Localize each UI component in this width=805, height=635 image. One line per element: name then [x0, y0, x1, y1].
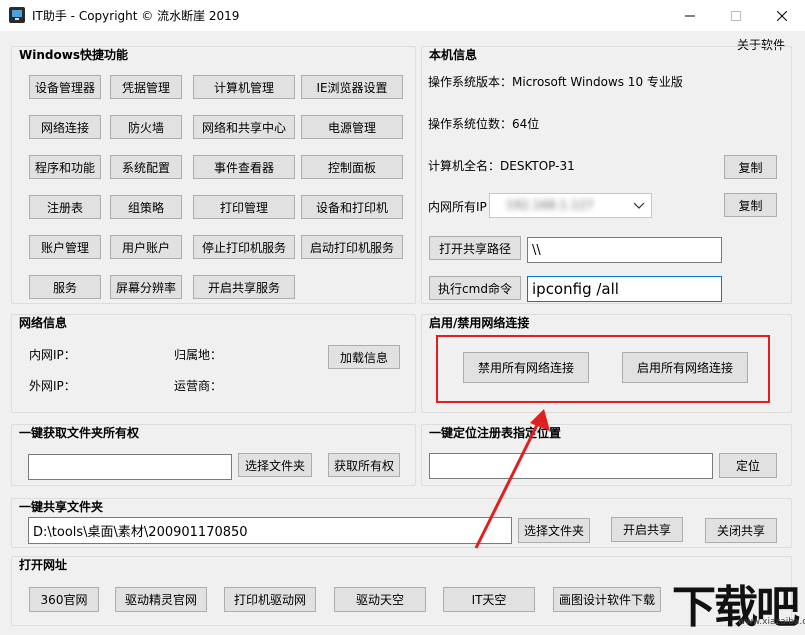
- maximize-icon: [731, 10, 741, 21]
- watermark-logo: 下载吧 www.xiazaiba.com: [668, 571, 805, 633]
- minimize-button[interactable]: [667, 0, 713, 31]
- locate-button[interactable]: 定位: [719, 453, 777, 478]
- shortcut-button[interactable]: 打印管理: [193, 195, 295, 219]
- shortcut-button[interactable]: 设备和打印机: [301, 195, 403, 219]
- open-url-button[interactable]: 打印机驱动网: [224, 587, 316, 612]
- share-folder-title: 一键共享文件夹: [19, 500, 104, 514]
- intranet-ip-select[interactable]: 192.168.1.127: [489, 193, 652, 218]
- close-icon: [777, 10, 787, 21]
- shortcut-button[interactable]: 屏幕分辨率: [110, 275, 182, 299]
- windows-shortcuts-title: Windows快捷功能: [19, 48, 128, 62]
- shortcut-button[interactable]: 控制面板: [301, 155, 403, 179]
- location-label: 归属地：: [174, 348, 223, 362]
- shortcut-button[interactable]: 事件查看器: [193, 155, 295, 179]
- open-url-button[interactable]: IT天空: [443, 587, 535, 612]
- shortcut-button[interactable]: 开启共享服务: [193, 275, 295, 299]
- network-info-title: 网络信息: [19, 316, 68, 330]
- close-button[interactable]: [759, 0, 805, 31]
- choose-folder-button[interactable]: 选择文件夹: [238, 453, 312, 477]
- shortcut-button[interactable]: 电源管理: [301, 115, 403, 139]
- red-arrow-annotation: [474, 409, 550, 549]
- shortcut-button[interactable]: 计算机管理: [193, 75, 295, 99]
- open-url-button[interactable]: 360官网: [29, 587, 99, 612]
- intranet-ip-value: 192.168.1.127: [506, 198, 594, 212]
- copy-ip-button[interactable]: 复制: [724, 193, 777, 217]
- open-url-button[interactable]: 画图设计软件下载: [553, 587, 661, 612]
- shortcut-button[interactable]: 账户管理: [29, 235, 101, 259]
- shortcut-button[interactable]: 系统配置: [110, 155, 182, 179]
- isp-label: 运营商：: [174, 379, 223, 393]
- open-url-button[interactable]: 驱动精灵官网: [115, 587, 207, 612]
- shortcut-button[interactable]: 程序和功能: [29, 155, 101, 179]
- maximize-button[interactable]: [713, 0, 759, 31]
- cmd-input[interactable]: [527, 276, 722, 302]
- folder-owner-title: 一键获取文件夹所有权: [19, 426, 140, 440]
- intranet-ip-label: 内网所有IP: [428, 200, 487, 214]
- shortcut-button[interactable]: 网络连接: [29, 115, 101, 139]
- shortcut-button[interactable]: 防火墙: [110, 115, 182, 139]
- shortcut-button[interactable]: 用户账户: [110, 235, 182, 259]
- local-info-title: 本机信息: [429, 48, 478, 62]
- shortcut-button[interactable]: 停止打印机服务: [193, 235, 295, 259]
- extranet-ip-label: 外网IP：: [29, 379, 76, 393]
- app-logo-icon: [9, 7, 25, 23]
- load-info-button[interactable]: 加载信息: [328, 345, 400, 369]
- os-version-text: 操作系统版本：Microsoft Windows 10 专业版: [428, 75, 683, 89]
- computer-name-text: 计算机全名：DESKTOP-31: [428, 159, 575, 173]
- os-bits-text: 操作系统位数：64位: [428, 117, 540, 131]
- open-url-button[interactable]: 驱动天空: [334, 587, 426, 612]
- share-path-input[interactable]: [527, 237, 722, 263]
- exec-cmd-button[interactable]: 执行cmd命令: [429, 276, 521, 300]
- share-folder-path-input[interactable]: [28, 517, 512, 544]
- shortcut-button[interactable]: 设备管理器: [29, 75, 101, 99]
- shortcut-button[interactable]: 凭据管理: [110, 75, 182, 99]
- take-ownership-button[interactable]: 获取所有权: [328, 453, 400, 477]
- shortcut-button[interactable]: 启动打印机服务: [301, 235, 403, 259]
- shortcut-button[interactable]: IE浏览器设置: [301, 75, 403, 99]
- start-share-button[interactable]: 开启共享: [611, 517, 683, 542]
- window-title: IT助手 - Copyright © 流水断崖 2019: [32, 9, 240, 23]
- shortcut-button[interactable]: 服务: [29, 275, 101, 299]
- open-share-path-button[interactable]: 打开共享路径: [429, 236, 521, 260]
- stop-share-button[interactable]: 关闭共享: [705, 518, 777, 543]
- chevron-down-icon: [633, 202, 645, 209]
- watermark-url: www.xiazaiba.com: [738, 617, 805, 627]
- folder-owner-path-input[interactable]: [28, 454, 232, 480]
- copy-computer-name-button[interactable]: 复制: [724, 155, 777, 179]
- red-highlight-box: [436, 335, 770, 403]
- intranet-ip-info-label: 内网IP：: [29, 348, 76, 362]
- network-toggle-title: 启用/禁用网络连接: [429, 316, 530, 330]
- shortcut-button[interactable]: 组策略: [110, 195, 182, 219]
- shortcut-button[interactable]: 注册表: [29, 195, 101, 219]
- minimize-icon: [685, 15, 695, 16]
- open-urls-title: 打开网址: [19, 558, 68, 572]
- shortcut-button[interactable]: 网络和共享中心: [193, 115, 295, 139]
